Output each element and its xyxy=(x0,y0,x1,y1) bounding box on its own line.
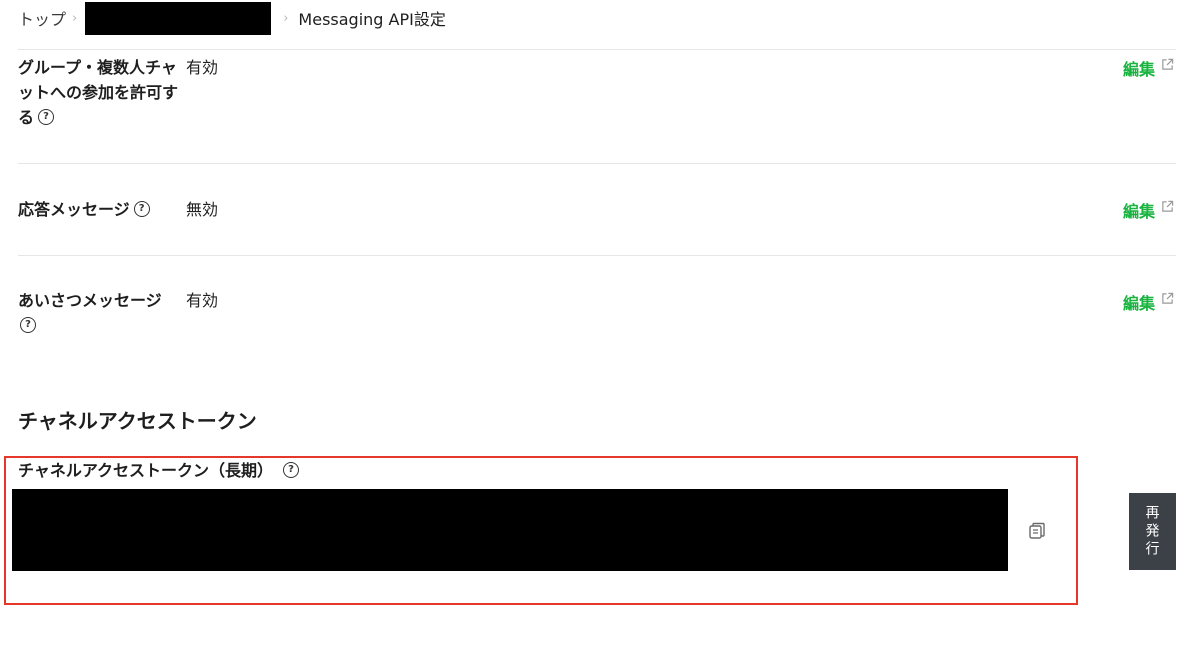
reissue-button[interactable]: 再発行 xyxy=(1129,493,1176,570)
external-link-icon xyxy=(1162,58,1174,70)
edit-link-label: 編集 xyxy=(1122,202,1155,221)
divider xyxy=(18,163,1176,164)
setting-value: 無効 xyxy=(186,200,219,219)
copy-icon[interactable] xyxy=(1028,522,1046,540)
setting-row-greeting: あいさつメッセージ? 有効 編集 xyxy=(18,288,1176,343)
edit-link[interactable]: 編集 xyxy=(1123,198,1174,222)
token-label: チャネルアクセストークン（長期）? xyxy=(18,459,300,483)
external-link-icon xyxy=(1162,200,1174,212)
token-field-redacted[interactable] xyxy=(12,489,1008,571)
edit-link-label: 編集 xyxy=(1122,60,1155,79)
setting-label-text: 応答メッセージ xyxy=(18,200,130,219)
help-icon[interactable]: ? xyxy=(133,200,150,217)
breadcrumb-top-link[interactable]: トップ xyxy=(18,6,66,30)
setting-label: グループ・複数人チャットへの参加を許可する? xyxy=(18,55,178,130)
edit-link[interactable]: 編集 xyxy=(1123,290,1174,314)
setting-label: あいさつメッセージ? xyxy=(18,288,178,338)
edit-link[interactable]: 編集 xyxy=(1123,56,1174,80)
setting-row-auto-reply: 応答メッセージ? 無効 編集 xyxy=(18,197,1176,227)
token-label-text: チャネルアクセストークン（長期） xyxy=(18,461,274,480)
breadcrumb-redacted-channel[interactable] xyxy=(85,1,272,35)
help-icon[interactable]: ? xyxy=(20,316,36,333)
help-icon[interactable]: ? xyxy=(283,461,300,478)
divider xyxy=(18,255,1176,256)
setting-label-text: あいさつメッセージ xyxy=(18,291,162,310)
external-link-icon xyxy=(1162,292,1174,304)
section-title: チャネルアクセストークン xyxy=(18,409,257,433)
help-icon[interactable]: ? xyxy=(38,108,55,125)
chevron-right-icon: › xyxy=(72,10,78,26)
divider xyxy=(18,49,1176,50)
chevron-right-icon: › xyxy=(283,10,289,26)
edit-link-label: 編集 xyxy=(1122,294,1155,313)
setting-value: 有効 xyxy=(186,291,219,310)
messaging-api-settings-page: トップ › › Messaging API設定 グループ・複数人チャットへの参加… xyxy=(0,0,1200,655)
breadcrumb: トップ › › Messaging API設定 xyxy=(18,1,446,35)
setting-value: 有効 xyxy=(186,58,219,77)
reissue-button-label: 再発行 xyxy=(1144,504,1161,559)
breadcrumb-current: Messaging API設定 xyxy=(298,10,446,29)
setting-row-group-chat: グループ・複数人チャットへの参加を許可する? 有効 編集 xyxy=(18,55,1176,130)
